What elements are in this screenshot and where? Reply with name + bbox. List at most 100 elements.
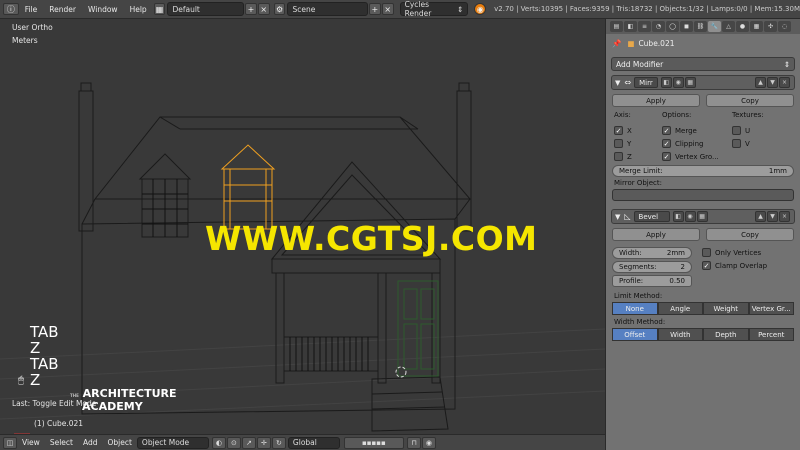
texture-u-checkbox[interactable]: U	[732, 124, 782, 137]
academy-logo-prefix: THE	[70, 393, 79, 398]
menu-object[interactable]: Object	[107, 438, 131, 447]
axis-z-checkbox[interactable]: Z	[614, 150, 662, 163]
shading-icon[interactable]: ◐	[211, 436, 226, 449]
layout-icon[interactable]: ▦	[153, 3, 166, 15]
render-toggle-icon[interactable]: ◧	[672, 211, 684, 222]
menu-view[interactable]: View	[22, 438, 40, 447]
mirror-name-field[interactable]: Mirr	[634, 77, 658, 88]
bevel-width-value: 2mm	[666, 249, 685, 257]
viewport-toggle-icon[interactable]: ◉	[684, 211, 696, 222]
scene-label: Scene	[292, 4, 316, 14]
menu-help[interactable]: Help	[130, 5, 147, 14]
width-offset-option[interactable]: Offset	[612, 328, 658, 341]
options-column: Options: ✓ Merge ✓ Clipping ✓ Vertex Gro...	[662, 111, 732, 163]
move-down-icon[interactable]: ▼	[767, 211, 778, 222]
bevel-apply-button[interactable]: Apply	[612, 228, 700, 241]
manipulator-icon[interactable]: ↗	[241, 436, 256, 449]
axis-y-checkbox[interactable]: Y	[614, 137, 662, 150]
object-tab-icon[interactable]: ◼	[680, 21, 693, 32]
close-icon[interactable]: ×	[779, 211, 790, 222]
bevel-profile-field[interactable]: Profile: 0.50	[612, 275, 692, 287]
axis-label: Axis:	[614, 111, 631, 119]
bevel-segments-field[interactable]: Segments: 2	[612, 261, 692, 273]
translate-icon[interactable]: ✛	[256, 436, 271, 449]
width-percent-option[interactable]: Percent	[748, 328, 794, 341]
limit-weight-option[interactable]: Weight	[703, 302, 749, 315]
bevel-modifier-header[interactable]: ▼ ◺ Bevel ◧ ◉ ▦ ▲ ▼ ×	[611, 209, 795, 224]
scene-add-button[interactable]: +	[368, 3, 381, 15]
vertex-groups-checkbox[interactable]: ✓ Vertex Gro...	[662, 150, 732, 163]
pivot-icon[interactable]: ⊙	[226, 436, 241, 449]
add-modifier-dropdown[interactable]: Add Modifier ⇕	[611, 57, 795, 71]
texture-tab-icon[interactable]: ▦	[750, 21, 763, 32]
orientation-dropdown[interactable]: Global	[287, 436, 340, 449]
close-icon[interactable]: ×	[779, 77, 790, 88]
viewport-toggle-icon[interactable]: ◉	[672, 77, 684, 88]
bevel-copy-button[interactable]: Copy	[706, 228, 794, 241]
last-operator-label[interactable]: Last: Toggle Edit Mode	[12, 399, 96, 408]
particles-tab-icon[interactable]: ✣	[764, 21, 777, 32]
render-layers-tab-icon[interactable]: ≡	[638, 21, 651, 32]
data-tab-icon[interactable]: △	[722, 21, 735, 32]
only-vertices-checkbox[interactable]: Only Vertices	[702, 246, 800, 259]
limit-none-option[interactable]: None	[612, 302, 658, 315]
menu-add[interactable]: Add	[83, 438, 98, 447]
mirror-object-field[interactable]	[612, 189, 794, 201]
clamp-overlap-checkbox[interactable]: ✓ Clamp Overlap	[702, 259, 800, 272]
world-tab-icon[interactable]: ◯	[666, 21, 679, 32]
snap-icon[interactable]: ⊓	[406, 436, 421, 449]
scene-close-button[interactable]: ×	[381, 3, 394, 15]
mirror-actions: Apply Copy	[612, 94, 794, 107]
menu-window[interactable]: Window	[88, 5, 118, 14]
layout-dropdown[interactable]: Default	[167, 2, 245, 16]
layout-add-button[interactable]: +	[245, 3, 257, 15]
mode-dropdown[interactable]: Object Mode	[136, 436, 209, 449]
texture-v-checkbox[interactable]: V	[732, 137, 782, 150]
render-icon[interactable]: ◉	[421, 436, 436, 449]
bevel-name-field[interactable]: Bevel	[633, 211, 670, 222]
clipping-label: Clipping	[675, 139, 704, 148]
3d-viewport[interactable]: User Ortho Meters WWW.CGTSJ.COM TAB Z TA…	[0, 19, 605, 434]
modifiers-tab-icon[interactable]: 🔧	[708, 21, 721, 32]
constraints-tab-icon[interactable]: ⛓	[694, 21, 707, 32]
move-down-icon[interactable]: ▼	[767, 77, 778, 88]
render-tab-icon[interactable]: ◧	[624, 21, 637, 32]
editmode-toggle-icon[interactable]: ▦	[684, 77, 696, 88]
menu-render[interactable]: Render	[49, 5, 76, 14]
rotate-icon[interactable]: ↻	[271, 436, 286, 449]
bevel-width-field[interactable]: Width: 2mm	[612, 247, 692, 259]
material-tab-icon[interactable]: ●	[736, 21, 749, 32]
scene-tab-icon[interactable]: ◔	[652, 21, 665, 32]
move-up-icon[interactable]: ▲	[755, 211, 766, 222]
mirror-apply-button[interactable]: Apply	[612, 94, 700, 107]
mirror-modifier-header[interactable]: ▼ ⇔ Mirr ◧ ◉ ▦ ▲ ▼ ×	[611, 75, 795, 90]
render-engine-dropdown[interactable]: Cycles Render ⇕	[399, 0, 469, 18]
physics-tab-icon[interactable]: ◌	[778, 21, 791, 32]
render-toggle-icon[interactable]: ◧	[660, 77, 672, 88]
limit-angle-option[interactable]: Angle	[657, 302, 703, 315]
editor-type-icon[interactable]: ◫	[3, 436, 17, 449]
active-object-label: (1) Cube.021	[34, 419, 84, 428]
width-width-option[interactable]: Width	[657, 328, 703, 341]
layer-buttons[interactable]: ▪▪▪▪▪	[343, 436, 404, 449]
collapse-icon[interactable]: ▼	[615, 213, 620, 221]
editor-type-icon[interactable]: ⓘ	[3, 3, 19, 15]
pin-icon[interactable]: 📌	[612, 39, 621, 48]
collapse-icon[interactable]: ▼	[615, 79, 620, 87]
menu-file[interactable]: File	[25, 5, 38, 14]
clipping-checkbox[interactable]: ✓ Clipping	[662, 137, 732, 150]
layout-close-button[interactable]: ×	[257, 3, 270, 15]
width-depth-option[interactable]: Depth	[703, 328, 749, 341]
move-up-icon[interactable]: ▲	[755, 77, 766, 88]
menu-select[interactable]: Select	[50, 438, 73, 447]
mirror-copy-button[interactable]: Copy	[706, 94, 794, 107]
axis-x-checkbox[interactable]: ✓ X	[614, 124, 662, 137]
merge-limit-field[interactable]: Merge Limit: 1mm	[612, 165, 794, 177]
limit-vertex-group-option[interactable]: Vertex Gr...	[748, 302, 794, 315]
editor-type-icon[interactable]: ▤	[610, 21, 623, 32]
scene-icon[interactable]: ⚙	[273, 3, 286, 15]
editmode-toggle-icon[interactable]: ▦	[696, 211, 708, 222]
mirror-options-grid: Axis: ✓ X Y Z Options: ✓ Merge ✓ Clipping ✓…	[614, 111, 792, 163]
scene-dropdown[interactable]: Scene	[287, 2, 368, 16]
merge-checkbox[interactable]: ✓ Merge	[662, 124, 732, 137]
